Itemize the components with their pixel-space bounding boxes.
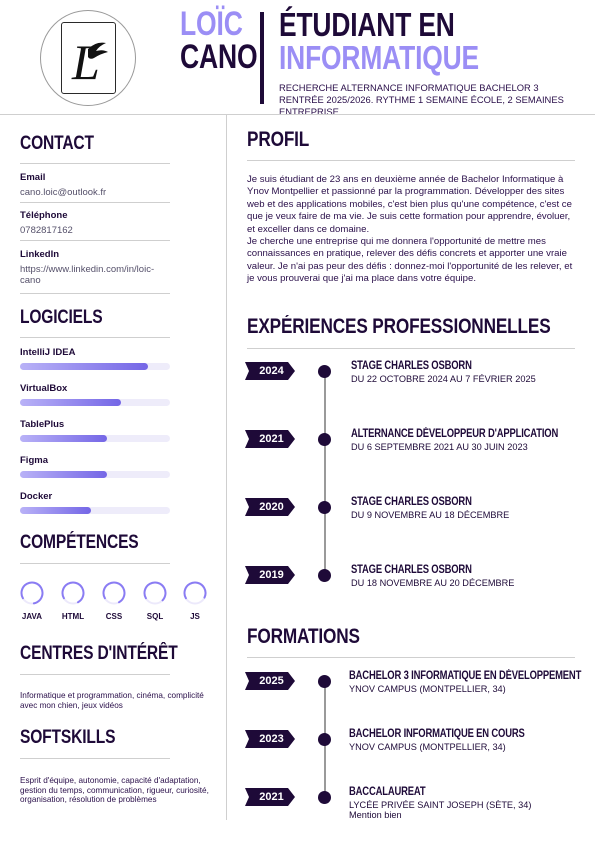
skill-ring [102, 581, 126, 605]
interests-text: Informatique et programmation, cinéma, c… [20, 691, 204, 710]
softskills-heading: SOFTSKILLS [20, 727, 116, 748]
skill-name: CSS [105, 612, 123, 621]
title-divider [260, 12, 264, 104]
experience-year-tag: 2019 [245, 566, 295, 584]
profile-paragraph-2: Je cherche une entreprise qui me donnera… [247, 236, 573, 285]
education-subtitle: LYCÉE PRIVÉE SAINT JOSEPH (SÈTE, 34) [349, 800, 532, 810]
software-level-track [20, 399, 170, 406]
contact-heading: CONTACT [20, 133, 94, 154]
experience-year-tag: 2024 [245, 362, 295, 380]
education-timeline-dot [318, 791, 331, 804]
software-level-bar [20, 399, 121, 406]
job-title-line1: ÉTUDIANT EN [279, 6, 455, 43]
logo: L [61, 22, 116, 94]
skill-ring [143, 581, 167, 605]
skill-name: JS [190, 612, 200, 621]
experience-timeline [324, 371, 326, 576]
experience-rule [247, 348, 575, 349]
software-name: VirtualBox [20, 383, 68, 394]
education-title: BACHELOR INFORMATIQUE EN COURS [349, 728, 525, 740]
skill-ring [20, 581, 44, 605]
software-name: TablePlus [20, 419, 65, 430]
skill-name: HTML [61, 612, 85, 621]
software-level-bar [20, 507, 91, 514]
contact-item-rule [20, 240, 170, 241]
experience-year-tag: 2020 [245, 498, 295, 516]
experience-title: ALTERNANCE DÉVELOPPEUR D'APPLICATION [351, 428, 559, 440]
job-title-line2: INFORMATIQUE [279, 39, 479, 76]
education-year-tag: 2021 [245, 788, 295, 806]
experience-title: STAGE CHARLES OSBORN [351, 496, 472, 508]
experience-heading: EXPÉRIENCES PROFESSIONNELLES [247, 315, 551, 338]
software-name: Figma [20, 455, 48, 466]
profile-rule [247, 160, 575, 161]
profile-heading: PROFIL [247, 128, 310, 151]
experience-timeline-dot [318, 569, 331, 582]
last-name: CANO [180, 38, 258, 76]
software-level-track [20, 363, 170, 370]
experience-subtitle: DU 6 SEPTEMBRE 2021 AU 30 JUIN 2023 [351, 442, 528, 452]
logo-letter: L [71, 34, 100, 90]
contact-rule [20, 163, 170, 164]
education-timeline-dot [318, 733, 331, 746]
softskills-text: Esprit d'équipe, autonomie, capacité d'a… [20, 776, 209, 804]
software-level-bar [20, 435, 107, 442]
experience-title: STAGE CHARLES OSBORN [351, 564, 472, 576]
software-level-bar [20, 363, 148, 370]
linkedin-link[interactable]: https://www.linkedin.com/in/loic-cano [20, 264, 170, 286]
experience-timeline-dot [318, 365, 331, 378]
experience-subtitle: DU 22 OCTOBRE 2024 AU 7 FÉVRIER 2025 [351, 374, 536, 384]
job-subtitle: RECHERCHE ALTERNANCE INFORMATIQUE BACHEL… [279, 82, 564, 117]
profile-paragraph-1: Je suis étudiant de 23 ans en deuxième a… [247, 174, 572, 235]
experience-subtitle: DU 9 NOVEMBRE AU 18 DÉCEMBRE [351, 510, 510, 520]
education-subtitle: YNOV CAMPUS (MONTPELLIER, 34) [349, 684, 506, 694]
skill-ring [183, 581, 207, 605]
softskills-rule [20, 758, 170, 759]
skill-name: SQL [146, 612, 164, 621]
experience-timeline-dot [318, 501, 331, 514]
experience-year-tag: 2021 [245, 430, 295, 448]
software-name: Docker [20, 491, 53, 502]
education-heading: FORMATIONS [247, 625, 360, 648]
experience-subtitle: DU 18 NOVEMBRE AU 20 DÉCEMBRE [351, 578, 515, 588]
software-level-track [20, 471, 170, 478]
interests-heading: CENTRES D'INTÉRÊT [20, 643, 178, 664]
experience-timeline-dot [318, 433, 331, 446]
education-rule [247, 657, 575, 658]
software-rule [20, 337, 170, 338]
skills-heading: COMPÉTENCES [20, 532, 139, 553]
skills-rule [20, 563, 170, 564]
contact-item-rule [20, 202, 170, 203]
interests-rule [20, 674, 170, 675]
education-note: Mention bien [349, 810, 402, 820]
email-label: Email [20, 172, 46, 183]
header-divider [0, 114, 595, 115]
software-name: IntelliJ IDEA [20, 347, 76, 358]
education-year-tag: 2023 [245, 730, 295, 748]
logo-monogram: L [71, 34, 108, 90]
education-title: BACHELOR 3 INFORMATIQUE EN DÉVELOPPEMENT [349, 670, 582, 682]
skill-ring [61, 581, 85, 605]
experience-title: STAGE CHARLES OSBORN [351, 360, 472, 372]
phone-label: Téléphone [20, 210, 68, 221]
software-level-track [20, 435, 170, 442]
email-value[interactable]: cano.loic@outlook.fr [20, 187, 170, 199]
software-heading: LOGICIELS [20, 307, 103, 328]
software-level-track [20, 507, 170, 514]
linkedin-label: LinkedIn [20, 249, 60, 260]
education-year-tag: 2025 [245, 672, 295, 690]
education-subtitle: YNOV CAMPUS (MONTPELLIER, 34) [349, 742, 506, 752]
software-level-bar [20, 471, 107, 478]
profile-text: Je suis étudiant de 23 ans en deuxième a… [247, 174, 577, 286]
contact-item-rule [20, 293, 170, 294]
skill-name: JAVA [21, 612, 43, 621]
first-name: LOÏC [180, 5, 243, 43]
phone-value[interactable]: 0782817162 [20, 225, 170, 237]
education-timeline-dot [318, 675, 331, 688]
column-divider [226, 114, 227, 820]
education-title: BACCALAUREAT [349, 786, 426, 798]
